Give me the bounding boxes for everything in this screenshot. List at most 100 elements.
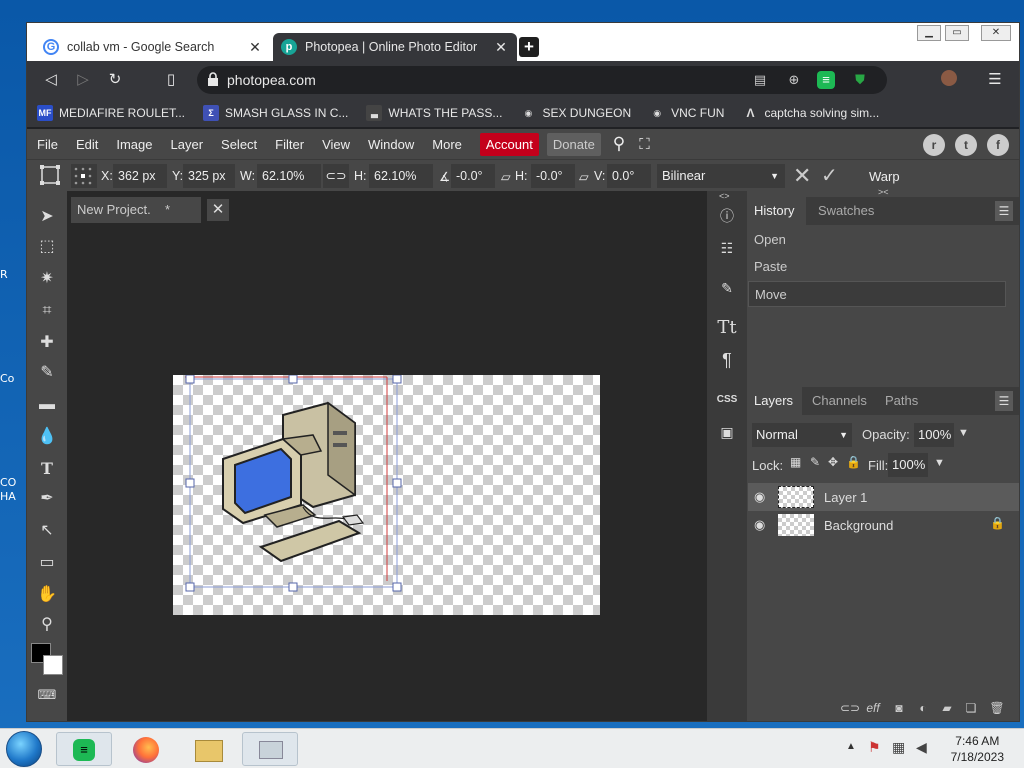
menu-image[interactable]: Image xyxy=(116,137,152,152)
bookmark-item[interactable]: Λ captcha solving sim... xyxy=(742,105,879,121)
menu-file[interactable]: File xyxy=(37,137,58,152)
tray-volume-icon[interactable]: ◀ xyxy=(916,739,927,756)
marquee-tool-icon[interactable]: ⬚ xyxy=(35,235,59,259)
new-layer-icon[interactable]: ❏ xyxy=(962,699,980,717)
reload-icon[interactable]: ↻ xyxy=(105,70,125,90)
warp-button[interactable]: Warp xyxy=(869,169,900,184)
panel-menu-icon[interactable]: ☰ xyxy=(995,391,1013,411)
history-item[interactable]: Open xyxy=(748,227,1006,253)
taskbar-app-green[interactable]: ≡ xyxy=(56,732,112,766)
gradient-tool-icon[interactable]: ▬ xyxy=(35,393,59,417)
close-tab-icon[interactable]: ✕ xyxy=(247,39,263,56)
crop-tool-icon[interactable]: ⌗ xyxy=(35,299,59,323)
tab-photopea[interactable]: p Photopea | Online Photo Editor ✕ xyxy=(273,33,517,61)
folder-icon[interactable]: ▰ xyxy=(938,699,956,717)
brush-settings-icon[interactable]: ✎ xyxy=(714,275,740,301)
facebook-icon[interactable]: f xyxy=(987,134,1009,156)
angle-field[interactable]: -0.0° xyxy=(451,164,495,188)
bookmark-item[interactable]: MF MEDIAFIRE ROULET... xyxy=(37,105,185,121)
tab-history[interactable]: History xyxy=(754,203,794,218)
menu-filter[interactable]: Filter xyxy=(275,137,304,152)
search-icon[interactable]: ⚲ xyxy=(613,134,625,154)
healing-brush-icon[interactable]: ✚ xyxy=(35,331,59,355)
menu-select[interactable]: Select xyxy=(221,137,257,152)
eye-icon[interactable]: ◉ xyxy=(754,517,765,533)
tray-network-icon[interactable]: ▦ xyxy=(892,739,905,756)
twitter-icon[interactable]: t xyxy=(955,134,977,156)
css-icon[interactable]: CSS xyxy=(714,387,740,413)
keyboard-icon[interactable]: ⌨ xyxy=(35,683,59,707)
height-field[interactable]: 62.10% xyxy=(369,164,433,188)
taskbar-explorer[interactable] xyxy=(180,732,236,766)
background-color-swatch[interactable] xyxy=(43,655,63,675)
lock-all-icon[interactable]: 🔒 xyxy=(846,455,861,469)
tab-layers[interactable]: Layers xyxy=(754,393,793,408)
shape-tool-icon[interactable]: ▭ xyxy=(35,551,59,575)
transform-tool-icon[interactable] xyxy=(37,164,63,188)
system-clock[interactable]: 7:46 AM 7/18/2023 xyxy=(951,733,1004,765)
bookmark-icon[interactable]: ▯ xyxy=(161,70,181,90)
commit-transform-icon[interactable]: ✓ xyxy=(821,163,838,188)
tray-expand-icon[interactable]: ▲ xyxy=(846,741,856,752)
expand-icon[interactable]: >< xyxy=(878,187,889,197)
trash-icon[interactable]: 🗑 xyxy=(988,699,1006,717)
menu-window[interactable]: Window xyxy=(368,137,414,152)
fill-field[interactable]: 100% xyxy=(888,453,928,477)
eye-icon[interactable]: ◉ xyxy=(754,489,765,505)
layer-row[interactable]: ◉ Background 🔒 xyxy=(748,511,1019,539)
interpolation-select[interactable]: Bilinear ▼ xyxy=(657,164,785,188)
minimize-button[interactable]: ▁ xyxy=(917,25,941,41)
adjustment-layer-icon[interactable]: ◐ xyxy=(914,699,932,717)
new-tab-button[interactable]: + xyxy=(519,37,539,57)
link-icon[interactable]: ⊂⊃ xyxy=(323,164,349,188)
account-button[interactable]: Account xyxy=(479,132,539,156)
x-position-field[interactable]: 362 px xyxy=(113,164,167,188)
layer-effects-icon[interactable]: eff xyxy=(864,699,882,717)
tab-swatches[interactable]: Swatches xyxy=(818,203,874,218)
taskbar-firefox[interactable] xyxy=(118,732,174,766)
move-tool-icon[interactable]: ➤ xyxy=(35,205,59,229)
mask-icon[interactable]: ◙ xyxy=(890,699,908,717)
brush-tool-icon[interactable]: ✎ xyxy=(35,361,59,385)
paragraph-icon[interactable]: ¶ xyxy=(714,347,740,373)
donate-button[interactable]: Donate xyxy=(546,132,601,156)
extension-green-icon[interactable]: ≡ xyxy=(817,71,835,89)
opacity-dropdown-icon[interactable]: ▼ xyxy=(958,427,969,439)
start-button[interactable] xyxy=(6,731,42,767)
magic-wand-icon[interactable]: ✷ xyxy=(35,267,59,291)
blend-mode-select[interactable]: Normal ▼ xyxy=(752,423,852,447)
menu-layer[interactable]: Layer xyxy=(171,137,204,152)
panel-menu-icon[interactable]: ☰ xyxy=(995,201,1013,221)
text-tool-icon[interactable]: T xyxy=(35,457,59,481)
maximize-button[interactable]: ▭ xyxy=(945,25,969,41)
close-tab-icon[interactable]: ✕ xyxy=(493,39,509,56)
tab-channels[interactable]: Channels xyxy=(812,393,867,408)
reference-point-icon[interactable] xyxy=(71,164,97,188)
fill-dropdown-icon[interactable]: ▼ xyxy=(934,457,945,469)
history-item[interactable]: Paste xyxy=(748,254,1006,280)
shield-icon[interactable]: ⛊ xyxy=(851,71,869,89)
y-position-field[interactable]: 325 px xyxy=(183,164,235,188)
link-layers-icon[interactable]: ⊂⊃ xyxy=(840,699,860,717)
fullscreen-icon[interactable]: ⛶ xyxy=(639,136,650,153)
opacity-field[interactable]: 100% xyxy=(914,423,954,447)
skew-v-field[interactable]: 0.0° xyxy=(607,164,651,188)
image-icon[interactable]: ▣ xyxy=(714,419,740,445)
pen-tool-icon[interactable]: ✒ xyxy=(35,487,59,511)
taskbar-window[interactable] xyxy=(242,732,298,766)
bookmark-item[interactable]: Σ SMASH GLASS IN C... xyxy=(203,105,348,121)
menu-view[interactable]: View xyxy=(322,137,350,152)
close-document-icon[interactable]: ✕ xyxy=(207,199,229,221)
width-field[interactable]: 62.10% xyxy=(257,164,321,188)
character-icon[interactable]: Tt xyxy=(714,315,740,341)
cancel-transform-icon[interactable]: ✕ xyxy=(793,163,811,189)
bookmark-item[interactable]: ◉ SEX DUNGEON xyxy=(520,105,632,121)
browser-menu-icon[interactable]: ☰ xyxy=(985,70,1005,90)
layer-row[interactable]: ◉ Layer 1 xyxy=(748,483,1019,511)
document-tab[interactable]: New Project. * xyxy=(71,197,201,223)
close-window-button[interactable]: ✕ xyxy=(981,25,1011,41)
tray-flag-icon[interactable]: ⚑ xyxy=(868,739,881,756)
blur-tool-icon[interactable]: 💧 xyxy=(35,425,59,449)
bookmark-item[interactable]: ▃ WHATS THE PASS... xyxy=(366,105,502,121)
reddit-icon[interactable]: r xyxy=(923,134,945,156)
